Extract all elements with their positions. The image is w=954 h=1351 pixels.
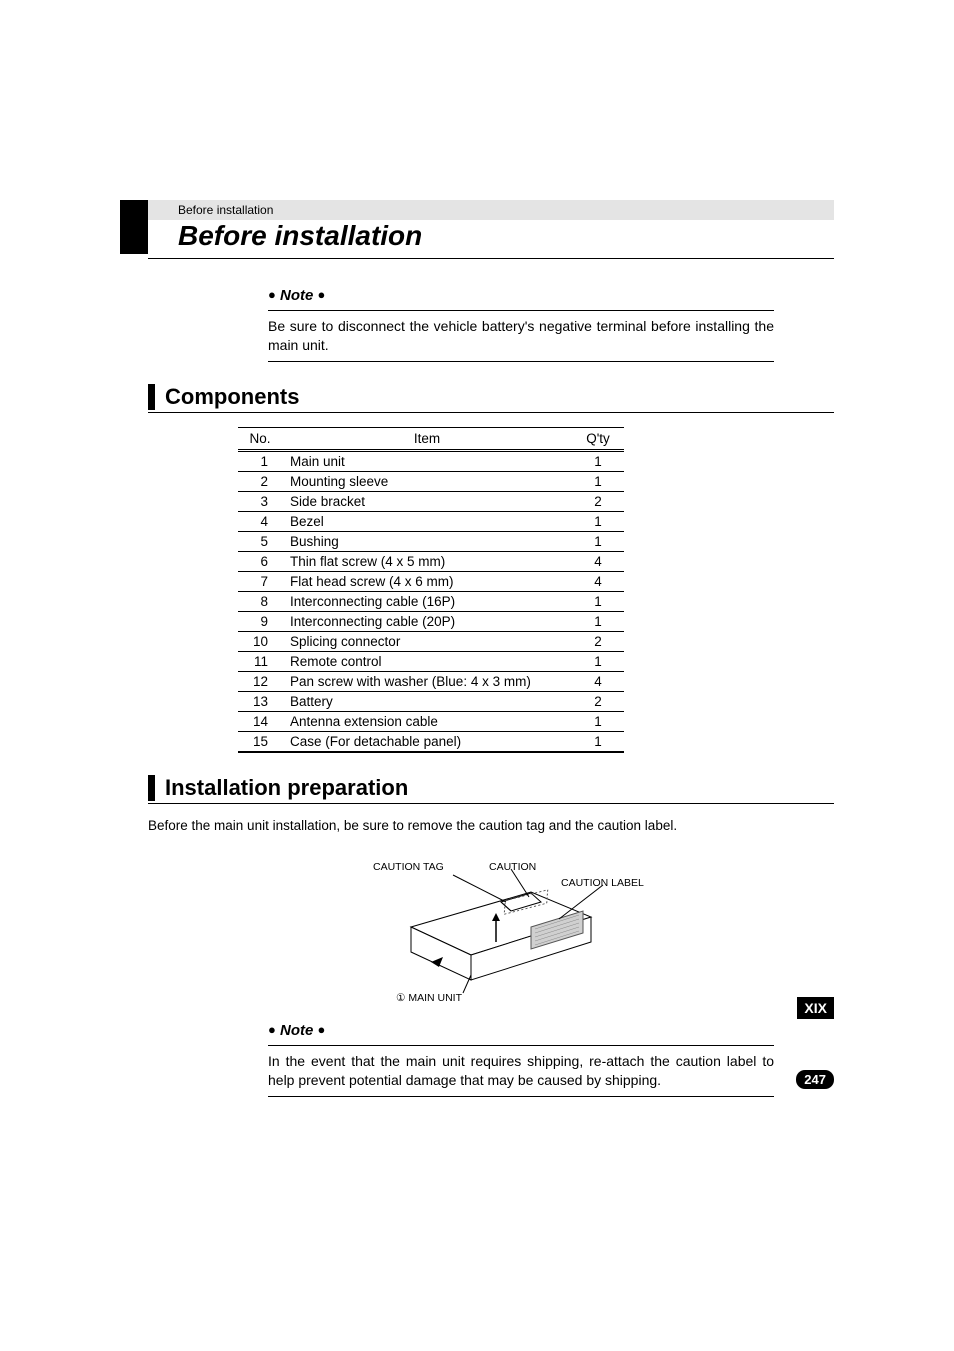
cell-qty: 1	[572, 711, 624, 731]
cell-no: 1	[238, 450, 282, 471]
table-row: 9Interconnecting cable (20P)1	[238, 611, 624, 631]
cell-item: Interconnecting cable (20P)	[282, 611, 572, 631]
col-header-item: Item	[282, 427, 572, 450]
cell-item: Pan screw with washer (Blue: 4 x 3 mm)	[282, 671, 572, 691]
table-row: 10Splicing connector2	[238, 631, 624, 651]
breadcrumb: Before installation	[148, 200, 834, 220]
table-row: 15Case (For detachable panel)1	[238, 731, 624, 752]
cell-item: Main unit	[282, 450, 572, 471]
cell-item: Remote control	[282, 651, 572, 671]
note-body: Be sure to disconnect the vehicle batter…	[268, 310, 774, 362]
cell-qty: 1	[572, 511, 624, 531]
prep-intro-text: Before the main unit installation, be su…	[148, 818, 834, 833]
cell-item: Interconnecting cable (16P)	[282, 591, 572, 611]
section-heading-prep: Installation preparation	[148, 775, 834, 804]
cell-item: Battery	[282, 691, 572, 711]
cell-item: Bezel	[282, 511, 572, 531]
cell-no: 4	[238, 511, 282, 531]
cell-qty: 1	[572, 731, 624, 752]
table-row: 6Thin flat screw (4 x 5 mm)4	[238, 551, 624, 571]
cell-no: 15	[238, 731, 282, 752]
section-tab	[120, 200, 148, 254]
table-row: 11Remote control1	[238, 651, 624, 671]
col-header-qty: Q'ty	[572, 427, 624, 450]
cell-qty: 1	[572, 531, 624, 551]
section-title: Components	[165, 384, 299, 410]
table-row: 13Battery2	[238, 691, 624, 711]
col-header-no: No.	[238, 427, 282, 450]
cell-no: 9	[238, 611, 282, 631]
cell-qty: 2	[572, 491, 624, 511]
components-table: No. Item Q'ty 1Main unit12Mounting sleev…	[238, 427, 624, 753]
note-label: Note	[280, 287, 313, 304]
cell-no: 5	[238, 531, 282, 551]
circled-one-icon: ①	[396, 992, 405, 1004]
cell-qty: 4	[572, 671, 624, 691]
main-unit-diagram: CAUTION TAG CAUTION CAUTION LABEL ① MAIN…	[331, 847, 651, 1012]
table-row: 2Mounting sleeve1	[238, 471, 624, 491]
cell-item: Case (For detachable panel)	[282, 731, 572, 752]
page-number: 247	[796, 1070, 834, 1089]
diagram-label-caution-label: CAUTION LABEL	[561, 877, 644, 889]
diagram-label-caution-tag: CAUTION TAG	[373, 861, 444, 873]
cell-qty: 1	[572, 471, 624, 491]
cell-qty: 1	[572, 450, 624, 471]
cell-no: 8	[238, 591, 282, 611]
cell-item: Bushing	[282, 531, 572, 551]
page-title: Before installation	[148, 220, 834, 256]
cell-no: 10	[238, 631, 282, 651]
note-heading: ● Note ●	[268, 287, 774, 304]
cell-qty: 2	[572, 631, 624, 651]
table-row: 8Interconnecting cable (16P)1	[238, 591, 624, 611]
table-row: 12Pan screw with washer (Blue: 4 x 3 mm)…	[238, 671, 624, 691]
note-body: In the event that the main unit requires…	[268, 1045, 774, 1097]
cell-no: 12	[238, 671, 282, 691]
table-row: 4Bezel1	[238, 511, 624, 531]
table-row: 7Flat head screw (4 x 6 mm)4	[238, 571, 624, 591]
cell-no: 11	[238, 651, 282, 671]
cell-qty: 1	[572, 611, 624, 631]
cell-item: Thin flat screw (4 x 5 mm)	[282, 551, 572, 571]
cell-item: Mounting sleeve	[282, 471, 572, 491]
table-row: 5Bushing1	[238, 531, 624, 551]
diagram-label-main-unit: ① MAIN UNIT	[396, 992, 462, 1004]
chapter-badge: XIX	[797, 997, 834, 1019]
cell-qty: 4	[572, 571, 624, 591]
section-heading-components: Components	[148, 384, 834, 413]
cell-no: 13	[238, 691, 282, 711]
cell-qty: 1	[572, 591, 624, 611]
section-title: Installation preparation	[165, 775, 408, 801]
table-row: 1Main unit1	[238, 450, 624, 471]
cell-qty: 1	[572, 651, 624, 671]
note-heading: ● Note ●	[268, 1022, 774, 1039]
cell-no: 3	[238, 491, 282, 511]
diagram-label-caution: CAUTION	[489, 861, 536, 873]
table-row: 3Side bracket2	[238, 491, 624, 511]
note-label: Note	[280, 1022, 313, 1039]
cell-item: Side bracket	[282, 491, 572, 511]
cell-item: Antenna extension cable	[282, 711, 572, 731]
cell-no: 2	[238, 471, 282, 491]
cell-item: Splicing connector	[282, 631, 572, 651]
cell-no: 6	[238, 551, 282, 571]
table-row: 14Antenna extension cable1	[238, 711, 624, 731]
cell-item: Flat head screw (4 x 6 mm)	[282, 571, 572, 591]
cell-qty: 4	[572, 551, 624, 571]
cell-no: 7	[238, 571, 282, 591]
cell-qty: 2	[572, 691, 624, 711]
cell-no: 14	[238, 711, 282, 731]
